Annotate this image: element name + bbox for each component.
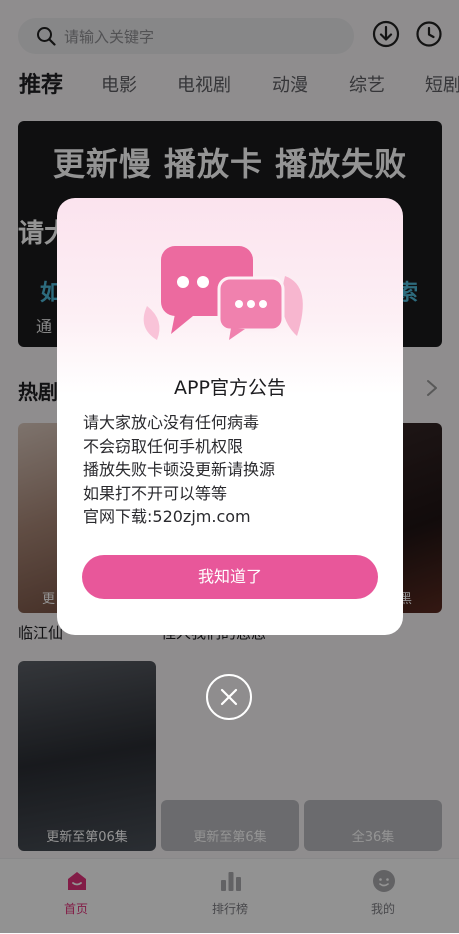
dialog-line: 官网下载:520zjm.com [83, 507, 251, 526]
dialog-line: 如果打不开可以等等 [83, 483, 228, 503]
home-page: 请输入关键字 推荐 电影 电视剧 动漫 综艺 短剧 更新慢 播放卡 播放失败 请… [0, 0, 459, 934]
dialog-line: 播放失败卡顿没更新请换源 [83, 460, 276, 479]
confirm-button[interactable]: 我知道了 [82, 555, 378, 599]
chat-bubbles-icon [143, 246, 303, 340]
dialog-line: 不会窃取任何手机权限 [83, 436, 244, 456]
dialog-title: APP官方公告 [174, 377, 286, 399]
dialog-body: 请大家放心没有任何病毒 不会窃取任何手机权限 播放失败卡顿没更新请换源 如果打不… [83, 411, 383, 529]
close-icon [220, 688, 238, 706]
close-dialog-button[interactable] [206, 674, 252, 720]
dialog-line: 请大家放心没有任何病毒 [83, 413, 260, 432]
announcement-dialog: APP官方公告 请大家放心没有任何病毒 不会窃取任何手机权限 播放失败卡顿没更新… [57, 198, 403, 635]
